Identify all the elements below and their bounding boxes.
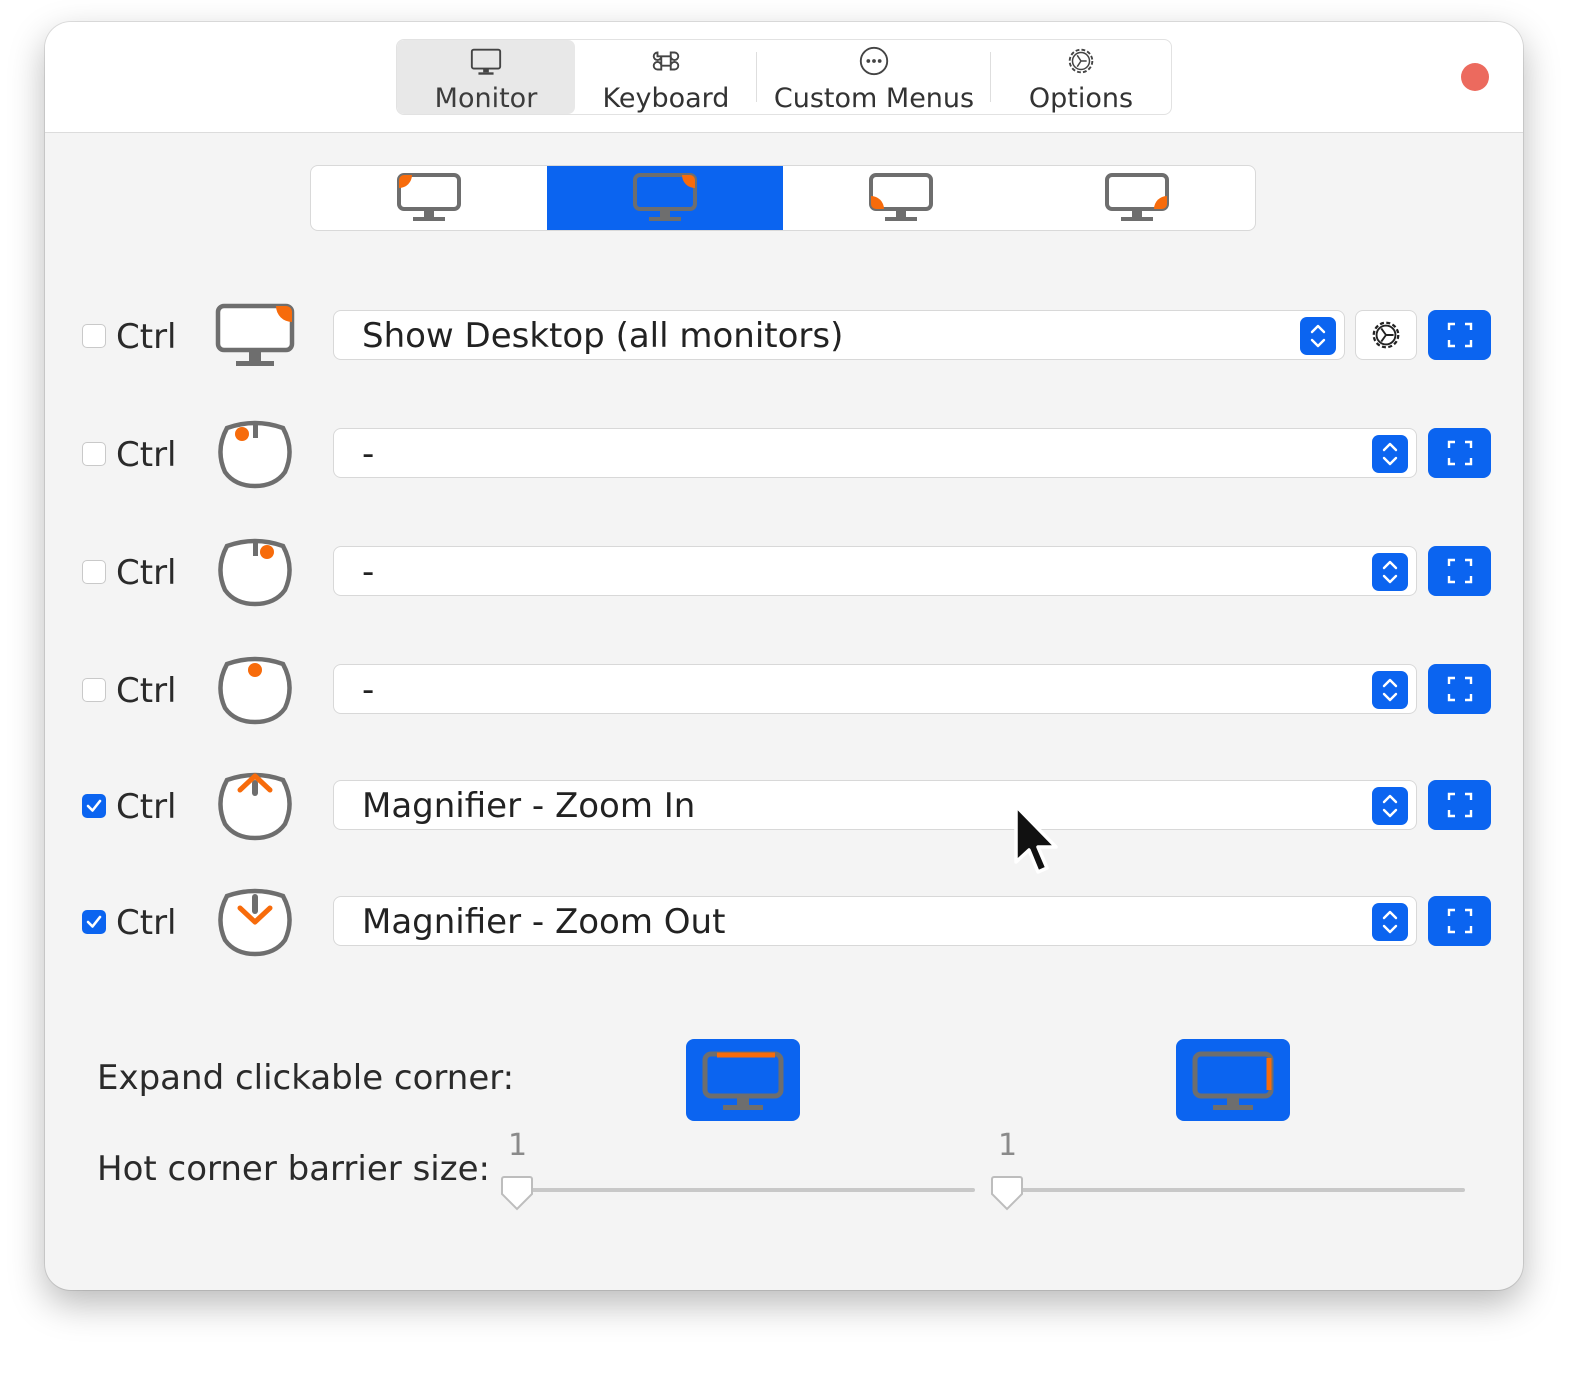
expand-horizontal-toggle[interactable]	[686, 1039, 800, 1121]
checkmark-icon	[86, 799, 102, 812]
updown-arrows-icon	[1300, 317, 1336, 355]
updown-arrows-icon	[1372, 903, 1408, 941]
mouse-left-button-icon	[218, 420, 292, 489]
tab-bar: Monitor Keyboard Custom Menus Options	[396, 39, 1172, 115]
barrier-size-label: Hot corner barrier size:	[97, 1149, 490, 1189]
updown-arrows-icon	[1372, 553, 1408, 591]
action-row-scroll-up: Ctrl Magnifier - Zoom In	[45, 772, 1523, 841]
modifier-label: Ctrl	[116, 903, 177, 943]
expand-frame-icon	[1447, 558, 1472, 584]
expand-frame-icon	[1447, 676, 1472, 702]
corner-top-left-button[interactable]	[311, 166, 547, 230]
monitor-bottom-left-corner-icon	[869, 173, 933, 221]
fullscreen-button[interactable]	[1428, 546, 1491, 596]
action-dropdown-value: -	[362, 552, 375, 592]
fullscreen-button[interactable]	[1428, 780, 1491, 830]
action-dropdown[interactable]: -	[333, 428, 1417, 478]
monitor-top-left-corner-icon	[397, 173, 461, 221]
action-dropdown-value: Magnifier - Zoom In	[362, 786, 696, 826]
action-settings-button[interactable]	[1355, 310, 1417, 360]
command-key-icon	[652, 51, 680, 71]
tab-label: Keyboard	[602, 83, 730, 114]
modifier-label: Ctrl	[116, 787, 177, 827]
mouse-right-button-icon	[218, 538, 292, 607]
expand-corner-label: Expand clickable corner:	[97, 1058, 515, 1098]
slider-thumb[interactable]	[500, 1174, 534, 1212]
action-dropdown-value: Show Desktop (all monitors)	[362, 316, 844, 356]
corner-bottom-left-button[interactable]	[783, 166, 1019, 230]
expand-frame-icon	[1447, 322, 1472, 348]
tab-label: Options	[1028, 83, 1134, 114]
modifier-label: Ctrl	[116, 317, 177, 357]
monitor-bottom-right-corner-icon	[1105, 173, 1169, 221]
mouse-pointer-icon	[1014, 804, 1058, 874]
slider-value: 1	[508, 1128, 528, 1163]
ctrl-checkbox[interactable]	[82, 560, 106, 584]
tab-options[interactable]: Options	[991, 40, 1171, 114]
checkmark-icon	[86, 915, 102, 928]
monitor-corner-icon	[215, 303, 295, 366]
expand-frame-icon	[1447, 440, 1472, 466]
slider-track[interactable]	[517, 1188, 975, 1192]
updown-arrows-icon	[1372, 787, 1408, 825]
expand-frame-icon	[1447, 908, 1472, 934]
expand-vertical-toggle[interactable]	[1176, 1039, 1290, 1121]
ctrl-checkbox[interactable]	[82, 442, 106, 466]
slider-track[interactable]	[1007, 1188, 1465, 1192]
mouse-scroll-down-icon	[218, 888, 292, 957]
slider-thumb[interactable]	[990, 1174, 1024, 1212]
ctrl-checkbox[interactable]	[82, 324, 106, 348]
action-row-scroll-down: Ctrl Magnifier - Zoom Out	[45, 888, 1523, 957]
action-dropdown-value: -	[362, 434, 375, 474]
tab-custom-menus[interactable]: Custom Menus	[757, 40, 991, 114]
settings-window: Monitor Keyboard Custom Menus Options Ct…	[45, 22, 1523, 1290]
mouse-scroll-up-icon	[218, 772, 292, 841]
fullscreen-button[interactable]	[1428, 310, 1491, 360]
updown-arrows-icon	[1372, 435, 1408, 473]
close-button[interactable]	[1461, 63, 1489, 91]
expand-frame-icon	[1447, 792, 1472, 818]
action-row-right-click: Ctrl -	[45, 538, 1523, 607]
mouse-middle-button-icon	[218, 656, 292, 725]
action-row-corner: Ctrl Show Desktop (all monitors)	[45, 303, 1523, 366]
action-dropdown[interactable]: Magnifier - Zoom Out	[333, 896, 1417, 946]
header-bar: Monitor Keyboard Custom Menus Options	[45, 22, 1523, 133]
modifier-label: Ctrl	[116, 671, 177, 711]
ctrl-checkbox[interactable]	[82, 678, 106, 702]
gear-icon	[1372, 321, 1400, 349]
ctrl-checkbox[interactable]	[82, 910, 106, 934]
monitor-right-edge-icon	[1192, 1051, 1274, 1110]
tab-keyboard[interactable]: Keyboard	[575, 40, 757, 114]
updown-arrows-icon	[1372, 671, 1408, 709]
action-dropdown-value: -	[362, 670, 375, 710]
ctrl-checkbox[interactable]	[82, 794, 106, 818]
monitor-top-edge-icon	[702, 1051, 784, 1110]
action-row-middle-click: Ctrl -	[45, 656, 1523, 725]
corner-bottom-right-button[interactable]	[1019, 166, 1255, 230]
gear-icon	[1068, 48, 1094, 74]
action-dropdown-value: Magnifier - Zoom Out	[362, 902, 726, 942]
fullscreen-button[interactable]	[1428, 664, 1491, 714]
corner-selector	[310, 165, 1256, 231]
corner-top-right-button[interactable]	[547, 166, 783, 230]
fullscreen-button[interactable]	[1428, 428, 1491, 478]
tab-label: Custom Menus	[773, 83, 975, 114]
tab-monitor[interactable]: Monitor	[397, 40, 575, 114]
action-dropdown[interactable]: -	[333, 546, 1417, 596]
monitor-icon	[470, 48, 502, 75]
fullscreen-button[interactable]	[1428, 896, 1491, 946]
ellipsis-circle-icon	[859, 46, 889, 76]
action-row-left-click: Ctrl -	[45, 420, 1523, 489]
action-dropdown[interactable]: Show Desktop (all monitors)	[333, 310, 1345, 360]
modifier-label: Ctrl	[116, 435, 177, 475]
tab-label: Monitor	[434, 83, 538, 114]
modifier-label: Ctrl	[116, 553, 177, 593]
action-dropdown[interactable]: -	[333, 664, 1417, 714]
monitor-top-right-corner-icon	[633, 173, 697, 221]
action-dropdown[interactable]: Magnifier - Zoom In	[333, 780, 1417, 830]
slider-value: 1	[998, 1128, 1018, 1163]
